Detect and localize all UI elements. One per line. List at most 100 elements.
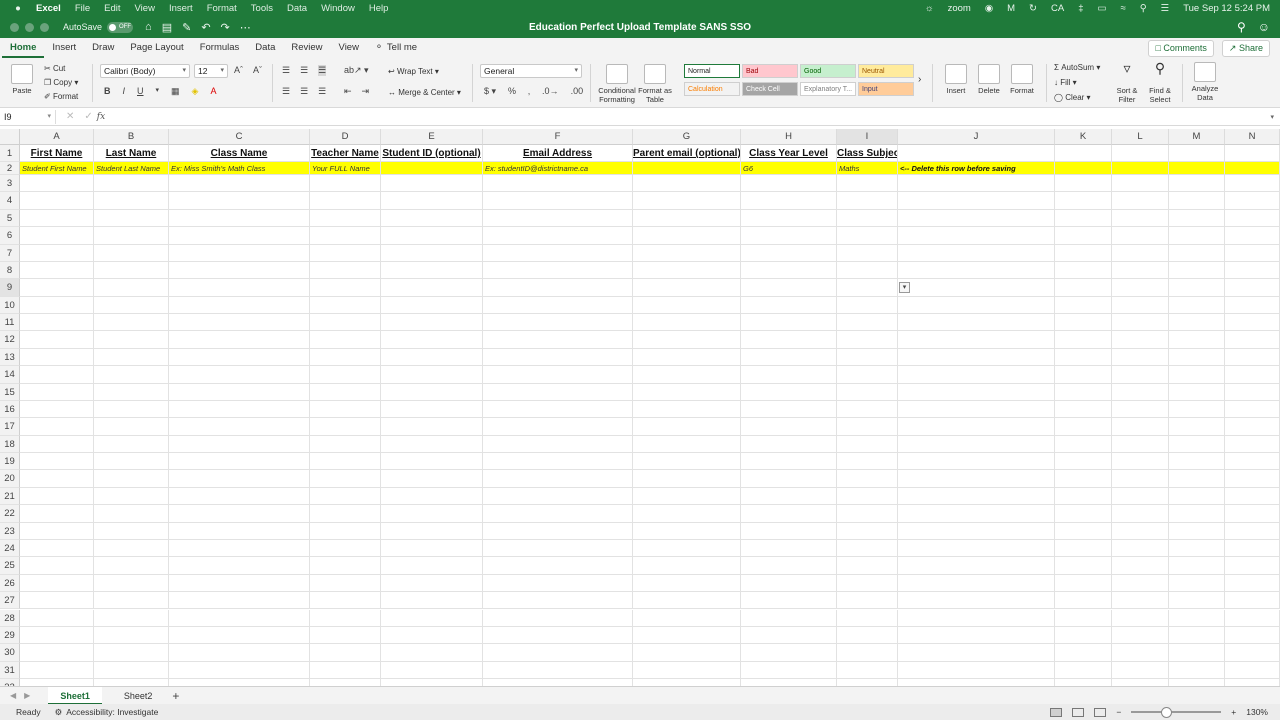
grid-cell[interactable] xyxy=(483,261,633,280)
grid-cell[interactable] xyxy=(310,539,381,558)
row-header[interactable]: 19 xyxy=(0,453,20,471)
grid-cell[interactable] xyxy=(741,557,837,575)
grid-cell[interactable] xyxy=(1169,383,1225,401)
grid-cell[interactable] xyxy=(169,244,310,262)
grid-cell[interactable] xyxy=(483,609,633,627)
grid-cell[interactable] xyxy=(169,435,310,454)
maximize-window-button[interactable] xyxy=(40,22,49,32)
grid-cell[interactable] xyxy=(898,209,1055,228)
grid-cell[interactable] xyxy=(1055,400,1112,419)
select-all-corner[interactable] xyxy=(0,129,20,145)
grid-cell[interactable] xyxy=(94,661,169,679)
close-window-button[interactable] xyxy=(10,22,19,32)
grid-cell[interactable] xyxy=(633,227,741,245)
grid-cell[interactable] xyxy=(310,644,381,662)
grid-cell[interactable] xyxy=(837,296,898,315)
grid-cell[interactable] xyxy=(898,557,1055,575)
grid-cell[interactable] xyxy=(1169,557,1225,575)
grid-cell[interactable] xyxy=(20,574,94,593)
grid-cell[interactable] xyxy=(169,383,310,401)
clear-button[interactable]: ◯ Clear ▾ xyxy=(1054,93,1091,102)
grid-cell[interactable] xyxy=(1112,366,1169,384)
grid-cell[interactable] xyxy=(1169,626,1225,645)
grid-cell[interactable] xyxy=(837,435,898,454)
grid-cell[interactable] xyxy=(310,261,381,280)
row-header[interactable]: 12 xyxy=(0,331,20,349)
grid-cell[interactable] xyxy=(633,383,741,401)
grid-cell[interactable] xyxy=(898,505,1055,523)
tab-view[interactable]: View xyxy=(331,38,367,58)
grid-cell[interactable] xyxy=(1225,418,1280,436)
grid-cell[interactable] xyxy=(310,383,381,401)
grid-cell[interactable] xyxy=(381,227,483,245)
grid-cell[interactable] xyxy=(1055,418,1112,436)
grid-cell[interactable] xyxy=(381,609,483,627)
grid-cell[interactable] xyxy=(20,609,94,627)
align-right-icon[interactable]: ☰ xyxy=(318,86,326,97)
grid-cell[interactable] xyxy=(1169,574,1225,593)
grid-cell[interactable] xyxy=(94,644,169,662)
grid-cell[interactable] xyxy=(837,418,898,436)
example-cell-d[interactable]: Your FULL Name xyxy=(310,162,381,175)
grid-cell[interactable] xyxy=(1112,470,1169,488)
grid-cell[interactable] xyxy=(633,418,741,436)
grid-cell[interactable] xyxy=(20,557,94,575)
grid-cell[interactable] xyxy=(1225,522,1280,540)
column-header-j[interactable]: J xyxy=(898,129,1055,145)
grid-cell[interactable] xyxy=(741,244,837,262)
grid-cell[interactable] xyxy=(1112,592,1169,610)
grid-cell[interactable] xyxy=(898,487,1055,506)
column-header-b[interactable]: B xyxy=(94,129,169,145)
grid-cell[interactable] xyxy=(20,626,94,645)
grid-cell[interactable] xyxy=(483,279,633,297)
example-cell-c[interactable]: Ex: Miss Smith's Math Class xyxy=(169,162,310,175)
grid-cell[interactable] xyxy=(1055,175,1112,193)
grid-cell[interactable] xyxy=(1055,383,1112,401)
grid-cell[interactable] xyxy=(1055,348,1112,367)
header-cell-e[interactable]: Student ID (optional) xyxy=(381,145,483,162)
grid-cell[interactable] xyxy=(381,244,483,262)
grid-cell[interactable] xyxy=(741,209,837,228)
grid-cell[interactable] xyxy=(741,522,837,540)
row-header[interactable]: 11 xyxy=(0,314,20,332)
apple-icon[interactable]: ● xyxy=(10,3,26,14)
grid-cell[interactable] xyxy=(310,609,381,627)
row-header[interactable]: 4 xyxy=(0,192,20,210)
autosave-control[interactable]: AutoSave OFF xyxy=(63,21,134,33)
grid-cell[interactable] xyxy=(633,557,741,575)
font-size-select[interactable]: 12 ▾ xyxy=(194,64,228,78)
grid-cell[interactable] xyxy=(741,679,837,686)
grid-cell[interactable] xyxy=(381,296,483,315)
grid-cell[interactable] xyxy=(1112,626,1169,645)
column-header-c[interactable]: C xyxy=(169,129,310,145)
column-header-h[interactable]: H xyxy=(741,129,837,145)
header-cell-b[interactable]: Last Name xyxy=(94,145,169,162)
grid-cell[interactable] xyxy=(483,679,633,686)
grid-cell[interactable] xyxy=(898,383,1055,401)
grid-cell[interactable] xyxy=(741,348,837,367)
grid-cell[interactable] xyxy=(381,435,483,454)
page-layout-view-icon[interactable] xyxy=(1072,707,1085,717)
grid-cell[interactable] xyxy=(169,574,310,593)
grid-cell[interactable] xyxy=(1169,348,1225,367)
grid-cell[interactable] xyxy=(1169,609,1225,627)
grid-cell[interactable] xyxy=(837,557,898,575)
grid-cell[interactable] xyxy=(1112,261,1169,280)
example-cell-m[interactable] xyxy=(1169,162,1225,175)
grid-cell[interactable] xyxy=(741,574,837,593)
grid-cell[interactable] xyxy=(381,470,483,488)
grid-cell[interactable] xyxy=(381,626,483,645)
grid-cell[interactable] xyxy=(1169,592,1225,610)
grid-cell[interactable] xyxy=(94,209,169,228)
grid-cell[interactable] xyxy=(837,505,898,523)
grid-cell[interactable] xyxy=(1225,175,1280,193)
grid-cell[interactable] xyxy=(1055,470,1112,488)
example-cell-a[interactable]: Student First Name xyxy=(20,162,94,175)
grid-cell[interactable] xyxy=(837,192,898,210)
tab-review[interactable]: Review xyxy=(283,38,330,58)
grid-cell[interactable] xyxy=(483,418,633,436)
align-middle-icon[interactable]: ☰ xyxy=(300,65,308,76)
grid-cell[interactable] xyxy=(741,644,837,662)
italic-icon[interactable]: I xyxy=(123,86,126,97)
menu-view[interactable]: View xyxy=(135,3,155,14)
